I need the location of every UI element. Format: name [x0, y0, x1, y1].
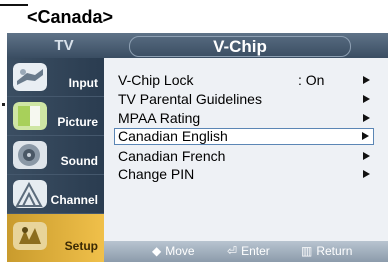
help-bar: ◆ Move ⏎ Enter ▥ Return: [104, 241, 388, 262]
move-icon: ◆: [152, 244, 162, 258]
picture-icon: [13, 102, 47, 130]
menu-item-label: TV Parental Guidelines: [118, 91, 262, 107]
help-enter-label: Enter: [241, 244, 270, 258]
top-bar: TV V-Chip: [7, 33, 388, 58]
menu-item-label: Canadian English: [118, 128, 228, 144]
sidebar-item-label: Channel: [50, 193, 98, 207]
arrow-right-icon: [363, 152, 370, 160]
enter-icon: ⏎: [227, 244, 238, 258]
menu-panel: V-Chip Lock : On TV Parental Guidelines …: [104, 58, 388, 241]
sidebar-item-label: Setup: [64, 239, 98, 253]
help-return: ▥ Return: [301, 244, 352, 258]
sidebar: Input Picture Sound Channel Setup: [7, 58, 104, 262]
arrow-right-icon: [363, 114, 370, 122]
sidebar-item-setup[interactable]: Setup: [7, 214, 104, 262]
arrow-right-icon: [362, 132, 369, 140]
arrow-right-icon: [363, 76, 370, 84]
sidebar-item-picture[interactable]: Picture: [7, 97, 104, 136]
menu-item-change-pin[interactable]: Change PIN: [118, 166, 374, 183]
menu-item-v-chip-lock[interactable]: V-Chip Lock : On: [118, 72, 374, 89]
menu-item-label: Canadian French: [118, 148, 226, 164]
sidebar-item-label: Picture: [57, 115, 98, 129]
arrow-right-icon: [363, 170, 370, 178]
region-label: <Canada>: [27, 7, 114, 27]
sidebar-item-label: Sound: [60, 154, 98, 168]
return-icon: ▥: [301, 244, 313, 258]
help-enter: ⏎ Enter: [227, 244, 270, 258]
menu-item-label: V-Chip Lock: [118, 72, 194, 88]
menu-item-value: : On: [298, 72, 325, 88]
sidebar-item-input[interactable]: Input: [7, 58, 104, 97]
sidebar-item-channel[interactable]: Channel: [7, 175, 104, 214]
channel-icon: [13, 180, 47, 208]
menu-item-tv-parental-guidelines[interactable]: TV Parental Guidelines: [118, 91, 374, 108]
section-label: TV: [54, 37, 74, 54]
setup-icon: [13, 222, 47, 250]
sidebar-item-label: Input: [68, 76, 98, 90]
help-return-label: Return: [316, 244, 353, 258]
corner-rule: [0, 4, 28, 6]
help-move: ◆ Move: [152, 244, 195, 258]
sidebar-item-sound[interactable]: Sound: [7, 136, 104, 175]
page-mark: [2, 103, 5, 106]
menu-title: V-Chip: [129, 36, 351, 57]
menu-item-canadian-english[interactable]: Canadian English: [114, 128, 374, 145]
menu-item-canadian-french[interactable]: Canadian French: [118, 148, 374, 165]
menu-item-label: MPAA Rating: [118, 110, 201, 126]
help-move-label: Move: [165, 244, 195, 258]
osd-menu: TV V-Chip Input Picture Sound Channel Se…: [7, 33, 388, 262]
arrow-right-icon: [363, 95, 370, 103]
sound-icon: [13, 141, 47, 169]
menu-item-label: Change PIN: [118, 166, 195, 182]
input-icon: [13, 63, 47, 91]
menu-item-mpaa-rating[interactable]: MPAA Rating: [118, 110, 374, 127]
